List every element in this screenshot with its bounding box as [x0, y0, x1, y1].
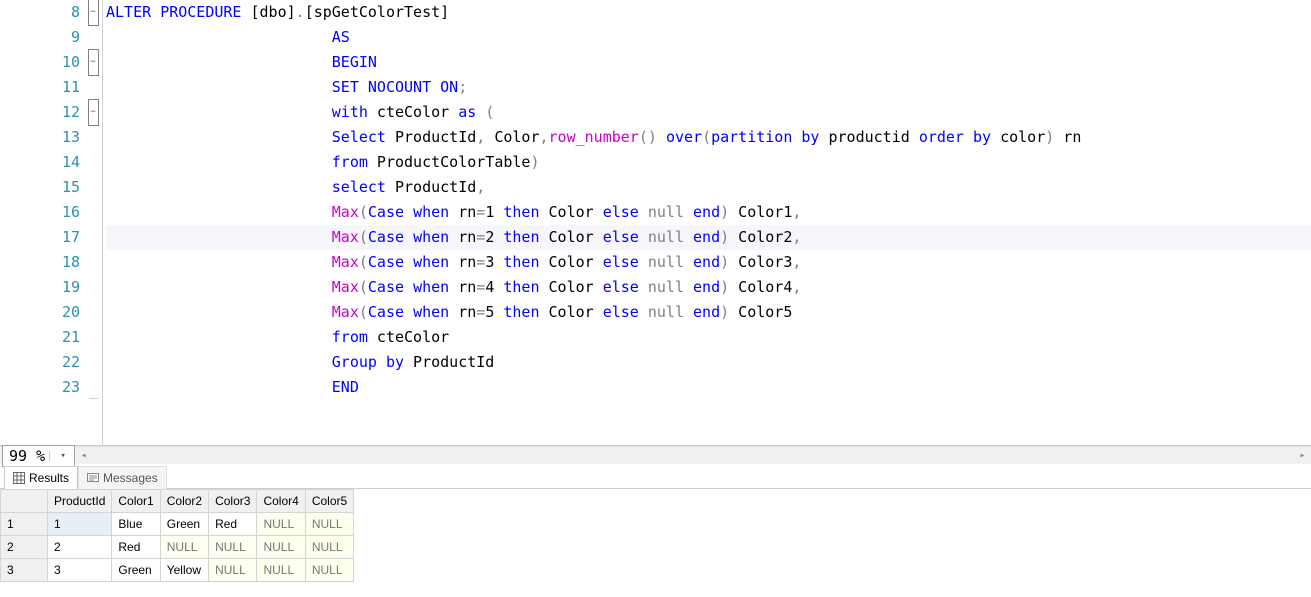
cell[interactable]: NULL [160, 536, 208, 559]
row-number[interactable]: 2 [1, 536, 48, 559]
grid-icon [13, 472, 25, 484]
line-number: 20 [20, 300, 86, 325]
cell[interactable]: Yellow [160, 559, 208, 582]
fold-toggle[interactable]: − [88, 49, 99, 76]
cell[interactable]: Blue [112, 513, 160, 536]
code-editor[interactable]: 891011121314151617181920212223 − − − ALTER… [0, 0, 1311, 446]
selection-margin [0, 0, 20, 445]
code-line[interactable]: Group by ProductId [106, 350, 1311, 375]
line-number: 10 [20, 50, 86, 75]
zoom-value: 99 % [3, 447, 49, 465]
cell[interactable]: Green [160, 513, 208, 536]
tab-results[interactable]: Results [4, 466, 78, 489]
results-grid[interactable]: ProductIdColor1Color2Color3Color4Color51… [0, 489, 1311, 582]
cell[interactable]: NULL [305, 513, 353, 536]
line-number: 9 [20, 25, 86, 50]
messages-icon [87, 472, 99, 484]
cell[interactable]: NULL [209, 536, 257, 559]
column-header[interactable]: Color3 [209, 490, 257, 513]
line-number: 14 [20, 150, 86, 175]
code-area[interactable]: ALTER PROCEDURE [dbo].[spGetColorTest] A… [106, 0, 1311, 445]
line-number: 17 [20, 225, 86, 250]
cell[interactable]: 2 [48, 536, 112, 559]
line-number: 12 [20, 100, 86, 125]
row-number[interactable]: 1 [1, 513, 48, 536]
column-header[interactable]: Color5 [305, 490, 353, 513]
code-line[interactable]: BEGIN [106, 50, 1311, 75]
fold-column[interactable]: − − − [86, 0, 100, 445]
cell[interactable]: NULL [257, 559, 305, 582]
chevron-down-icon: ▾ [49, 451, 74, 461]
line-number: 18 [20, 250, 86, 275]
code-line[interactable]: Max(Case when rn=5 then Color else null … [106, 300, 1311, 325]
line-number: 8 [20, 0, 86, 25]
code-line[interactable]: Max(Case when rn=3 then Color else null … [106, 250, 1311, 275]
tab-messages[interactable]: Messages [78, 466, 167, 489]
code-line[interactable]: Select ProductId, Color,row_number() ove… [106, 125, 1311, 150]
cell[interactable]: NULL [257, 536, 305, 559]
outline-guide [100, 0, 106, 445]
column-header[interactable]: Color2 [160, 490, 208, 513]
cell[interactable]: NULL [257, 513, 305, 536]
scroll-right-icon[interactable]: ▸ [1294, 447, 1311, 464]
table-row[interactable]: 33GreenYellowNULLNULLNULL [1, 559, 354, 582]
table-row[interactable]: 11BlueGreenRedNULLNULL [1, 513, 354, 536]
code-line[interactable]: Max(Case when rn=2 then Color else null … [106, 225, 1311, 250]
code-line[interactable]: Max(Case when rn=1 then Color else null … [106, 200, 1311, 225]
tab-results-label: Results [29, 471, 69, 485]
code-line[interactable]: select ProductId, [106, 175, 1311, 200]
cell[interactable]: Red [112, 536, 160, 559]
code-line[interactable]: END [106, 375, 1311, 400]
results-tabs: Results Messages [0, 464, 1311, 489]
cell[interactable]: NULL [209, 559, 257, 582]
line-number: 15 [20, 175, 86, 200]
cell[interactable]: 1 [48, 513, 112, 536]
tab-messages-label: Messages [103, 471, 158, 485]
grid-corner[interactable] [1, 490, 48, 513]
code-line[interactable]: ALTER PROCEDURE [dbo].[spGetColorTest] [106, 0, 1311, 25]
cell[interactable]: NULL [305, 536, 353, 559]
code-line[interactable]: Max(Case when rn=4 then Color else null … [106, 275, 1311, 300]
line-number: 23 [20, 375, 86, 400]
scroll-left-icon[interactable]: ◂ [75, 447, 92, 464]
line-number: 11 [20, 75, 86, 100]
line-number: 16 [20, 200, 86, 225]
column-header[interactable]: Color4 [257, 490, 305, 513]
fold-toggle[interactable]: − [88, 0, 99, 26]
cell[interactable]: Red [209, 513, 257, 536]
line-number: 13 [20, 125, 86, 150]
code-line[interactable]: with cteColor as ( [106, 100, 1311, 125]
zoom-dropdown[interactable]: 99 % ▾ [2, 445, 75, 467]
fold-toggle[interactable]: − [88, 99, 99, 126]
table-row[interactable]: 22RedNULLNULLNULLNULL [1, 536, 354, 559]
code-line[interactable]: from cteColor [106, 325, 1311, 350]
cell[interactable]: Green [112, 559, 160, 582]
column-header[interactable]: Color1 [112, 490, 160, 513]
code-line[interactable]: AS [106, 25, 1311, 50]
cell[interactable]: NULL [305, 559, 353, 582]
line-number: 21 [20, 325, 86, 350]
horizontal-scrollbar[interactable]: 99 % ▾ ◂ ▸ [0, 446, 1311, 464]
line-number-gutter: 891011121314151617181920212223 [20, 0, 86, 445]
line-number: 19 [20, 275, 86, 300]
code-line[interactable]: from ProductColorTable) [106, 150, 1311, 175]
row-number[interactable]: 3 [1, 559, 48, 582]
column-header[interactable]: ProductId [48, 490, 112, 513]
cell[interactable]: 3 [48, 559, 112, 582]
line-number: 22 [20, 350, 86, 375]
code-line[interactable]: SET NOCOUNT ON; [106, 75, 1311, 100]
